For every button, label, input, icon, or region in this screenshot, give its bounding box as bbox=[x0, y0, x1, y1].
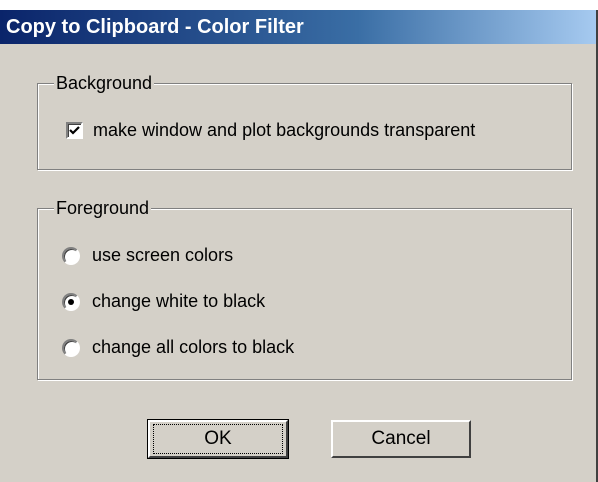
title-bar[interactable]: Copy to Clipboard - Color Filter bbox=[0, 10, 596, 44]
radio-screen-colors[interactable] bbox=[62, 246, 80, 265]
cancel-button-label: Cancel bbox=[371, 428, 431, 449]
color-filter-dialog: Copy to Clipboard - Color Filter Backgro… bbox=[0, 10, 598, 482]
transparent-checkbox-row[interactable]: make window and plot backgrounds transpa… bbox=[66, 120, 475, 141]
radio-option-screen-colors[interactable]: use screen colors bbox=[62, 245, 233, 266]
radio-option-all-to-black[interactable]: change all colors to black bbox=[62, 337, 294, 358]
transparent-checkbox-label: make window and plot backgrounds transpa… bbox=[93, 120, 476, 140]
window-title: Copy to Clipboard - Color Filter bbox=[6, 16, 304, 38]
transparent-checkbox[interactable] bbox=[66, 122, 83, 139]
ok-button[interactable]: OK bbox=[147, 419, 289, 459]
background-group: Background make window and plot backgrou… bbox=[37, 72, 572, 170]
radio-selected-dot bbox=[68, 298, 74, 305]
background-group-label: Background bbox=[54, 72, 155, 94]
radio-all-to-black[interactable] bbox=[62, 338, 80, 357]
radio-white-to-black[interactable] bbox=[62, 292, 80, 311]
radio-option-white-to-black[interactable]: change white to black bbox=[62, 291, 265, 312]
radio-white-to-black-label: change white to black bbox=[92, 291, 266, 311]
foreground-group: Foreground use screen colors change whit… bbox=[37, 197, 572, 380]
radio-all-to-black-label: change all colors to black bbox=[92, 337, 295, 357]
checkmark-icon bbox=[69, 126, 80, 135]
radio-screen-colors-label: use screen colors bbox=[92, 245, 234, 265]
ok-button-label: OK bbox=[153, 424, 283, 454]
cancel-button[interactable]: Cancel bbox=[331, 420, 471, 458]
foreground-group-label: Foreground bbox=[54, 197, 152, 219]
